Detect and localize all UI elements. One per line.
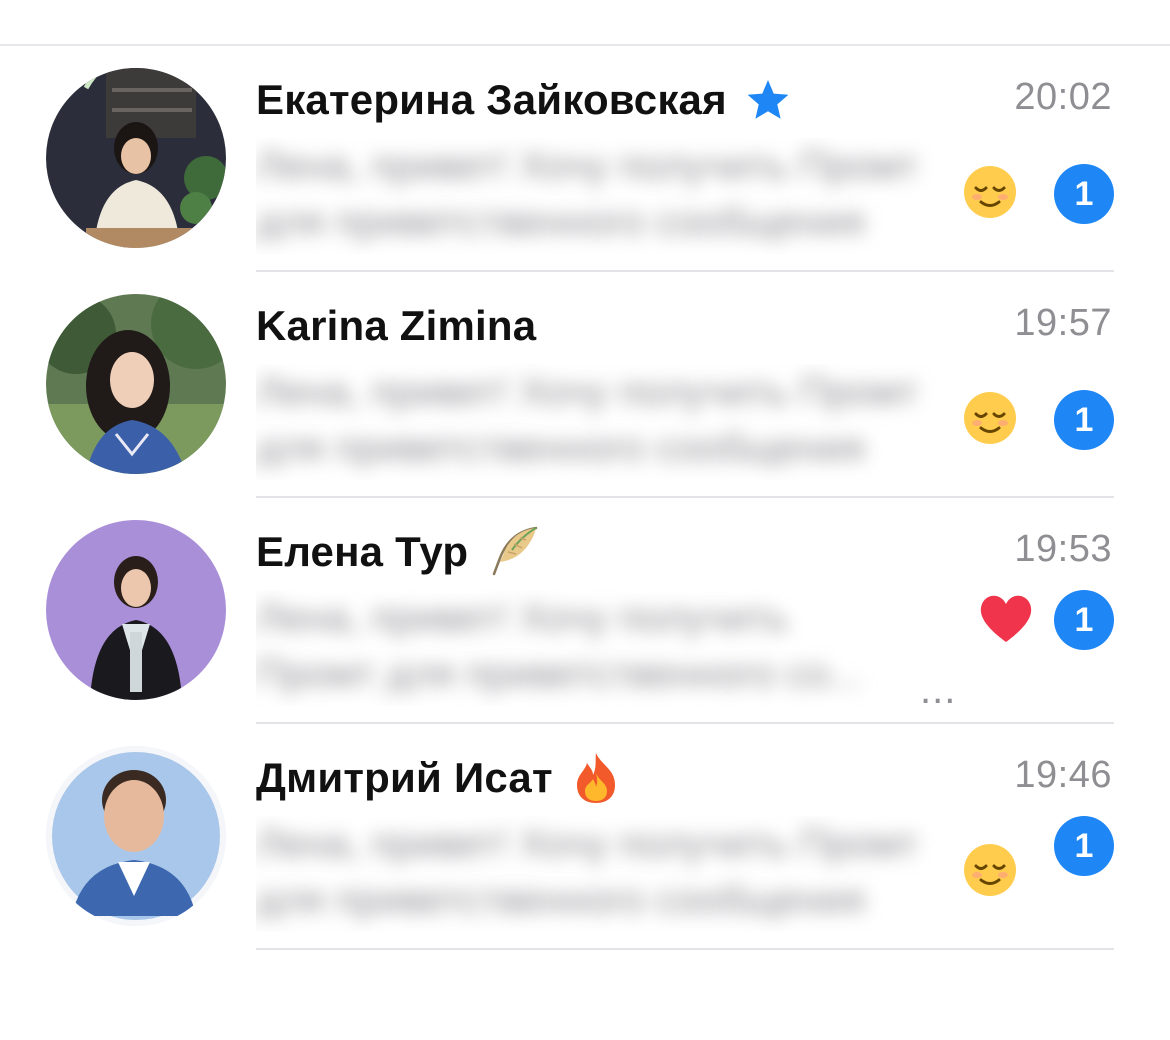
chat-name-line: Karina Zimina [256, 300, 536, 352]
fire-icon [571, 751, 621, 805]
chat-row[interactable]: Елена Тур 19:53 Лена, привет! Хочу получ… [0, 498, 1170, 724]
chat-list: Екатерина Зайковская 20:02 Лена, привет!… [0, 46, 1170, 950]
relieved-face-icon [962, 390, 1018, 446]
preview-line: Промт для приветственного со... [256, 652, 863, 696]
preview-line: Лена, привет! Хочу получить Промт [256, 822, 919, 866]
chat-row[interactable]: Karina Zimina 19:57 Лена, привет! Хочу п… [0, 272, 1170, 498]
preview-line: Лена, привет! Хочу получить Промт [256, 370, 919, 414]
preview-line: Лена, привет! Хочу получить Промт [256, 144, 919, 188]
feather-icon [486, 524, 542, 580]
preview-line: Лена, привет! Хочу получить [256, 596, 788, 640]
message-preview: Лена, привет! Хочу получить Промт для пр… [256, 364, 1026, 480]
preview-line: для приветственного сообщения [256, 200, 865, 244]
chat-row[interactable]: Дмитрий Исат 19:46 Лена, привет! Хочу по… [0, 724, 1170, 950]
unread-badge: 1 [1054, 390, 1114, 450]
preview-line: для приветственного сообщения [256, 426, 865, 470]
chat-time: 19:53 [1014, 528, 1112, 570]
chat-row[interactable]: Екатерина Зайковская 20:02 Лена, привет!… [0, 46, 1170, 272]
preview-line: для приветственного сообщения [256, 878, 865, 922]
relieved-face-icon [962, 164, 1018, 220]
avatar[interactable] [46, 520, 226, 700]
chat-name: Елена Тур [256, 528, 469, 575]
avatar[interactable] [46, 294, 226, 474]
message-preview: Лена, привет! Хочу получить Промт для пр… [256, 816, 1026, 932]
avatar[interactable] [46, 68, 226, 248]
chat-name-line: Елена Тур [256, 526, 542, 578]
message-preview: Лена, привет! Хочу получить Промт для пр… [256, 138, 1026, 254]
chat-time: 20:02 [1014, 76, 1112, 118]
chat-name: Дмитрий Исат [256, 754, 553, 801]
relieved-face-icon [962, 842, 1018, 898]
chat-name: Karina Zimina [256, 302, 537, 349]
row-divider [256, 948, 1114, 950]
heart-icon [976, 590, 1036, 646]
star-icon [745, 77, 791, 123]
unread-badge: 1 [1054, 164, 1114, 224]
chat-name: Екатерина Зайковская [256, 76, 727, 123]
chat-time: 19:46 [1014, 754, 1112, 796]
chat-time: 19:57 [1014, 302, 1112, 344]
chat-name-line: Екатерина Зайковская [256, 74, 791, 126]
message-preview: Лена, привет! Хочу получить Промт для пр… [256, 590, 956, 706]
truncation-ellipsis: ... [920, 668, 957, 712]
avatar[interactable] [46, 746, 226, 926]
unread-badge: 1 [1054, 816, 1114, 876]
unread-badge: 1 [1054, 590, 1114, 650]
chat-list-screen: Екатерина Зайковская 20:02 Лена, привет!… [0, 0, 1170, 1040]
chat-name-line: Дмитрий Исат [256, 752, 621, 804]
